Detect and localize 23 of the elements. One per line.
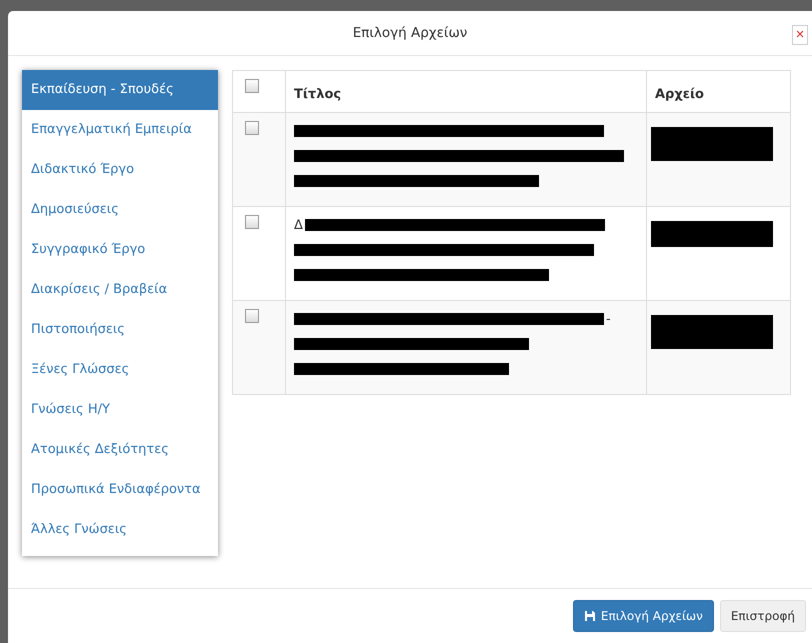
category-item[interactable]: Ατομικές Δεξιότητες	[22, 430, 218, 470]
category-item[interactable]: Πιστοποιήσεις	[22, 310, 218, 350]
dialog-title: Επιλογή Αρχείων	[352, 25, 468, 41]
title-fragment: -	[606, 313, 611, 326]
close-button[interactable]: ×	[792, 25, 808, 45]
category-item[interactable]: Ξένες Γλώσσες	[22, 350, 218, 390]
category-item[interactable]: Συγγραφικό Έργο	[22, 230, 218, 270]
back-button[interactable]: Επιστροφή	[720, 600, 806, 632]
row-checkbox[interactable]	[245, 121, 259, 135]
select-files-button[interactable]: Επιλογή Αρχείων	[572, 600, 714, 632]
category-item[interactable]: Διακρίσεις / Βραβεία	[22, 270, 218, 310]
row-checkbox[interactable]	[245, 215, 259, 229]
select-all-checkbox[interactable]	[245, 79, 259, 93]
category-item[interactable]: Άλλες Γνώσεις	[22, 510, 218, 550]
column-header: Τίτλος	[286, 70, 646, 112]
category-item[interactable]: Εκπαίδευση - Σπουδές	[22, 70, 218, 110]
title-fragment: Δ	[294, 219, 303, 232]
category-item[interactable]: Γνώσεις Η/Υ	[22, 390, 218, 430]
category-item[interactable]: Δημοσιεύσεις	[22, 190, 218, 230]
row-checkbox[interactable]	[245, 309, 259, 323]
category-item[interactable]: Προσωπικά Ενδιαφέροντα	[22, 470, 218, 510]
category-item[interactable]: Διδακτικό Έργο	[22, 150, 218, 190]
category-item[interactable]: Επαγγελματική Εμπειρία	[22, 110, 218, 150]
